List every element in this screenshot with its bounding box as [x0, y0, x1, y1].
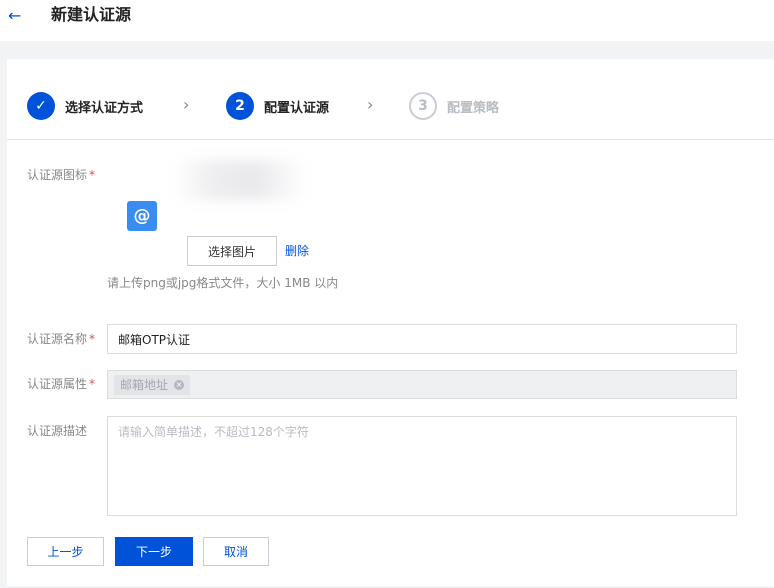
step-3-number: 3	[409, 92, 437, 120]
back-arrow-icon[interactable]: ←	[8, 6, 21, 26]
attr-tag: 邮箱地址 ×	[114, 374, 191, 395]
name-input[interactable]: 邮箱OTP认证	[107, 324, 737, 354]
attr-field-label-text: 认证源属性	[27, 377, 88, 391]
step-3: 3 配置策略	[409, 92, 499, 120]
required-mark: *	[89, 332, 96, 346]
attr-select: 邮箱地址 ×	[107, 370, 737, 399]
icon-field-label-text: 认证源图标	[27, 168, 88, 182]
check-icon: ✓	[27, 92, 55, 120]
icon-field-label: 认证源图标 *	[27, 166, 95, 184]
prev-step-button[interactable]: 上一步	[27, 537, 104, 566]
delete-image-link[interactable]: 删除	[285, 242, 309, 260]
top-bar: ← 新建认证源	[0, 0, 774, 41]
step-3-label: 配置策略	[447, 100, 500, 116]
desc-field-label: 认证源描述	[27, 424, 88, 438]
attr-field-label: 认证源属性 *	[27, 375, 95, 393]
required-mark: *	[89, 168, 96, 182]
stepper: ✓ 选择认证方式 › 2 配置认证源 › 3 配置策略	[7, 59, 774, 140]
step-1-label: 选择认证方式	[65, 100, 144, 116]
step-1: ✓ 选择认证方式	[27, 92, 143, 120]
select-image-button[interactable]: 选择图片	[187, 236, 277, 266]
form-card: ✓ 选择认证方式 › 2 配置认证源 › 3 配置策略 认证源图标 * @ 选择图…	[7, 59, 774, 586]
step-2-number: 2	[226, 92, 254, 120]
step-2-label: 配置认证源	[264, 100, 330, 116]
close-circle-icon: ×	[174, 379, 185, 390]
step-2: 2 配置认证源	[226, 92, 329, 120]
upload-hint: 请上传png或jpg格式文件，大小 1MB 以内	[107, 276, 339, 290]
cancel-button[interactable]: 取消	[203, 537, 269, 566]
required-mark: *	[89, 377, 96, 391]
attr-tag-label: 邮箱地址	[120, 378, 169, 392]
chevron-right-icon: ›	[183, 95, 190, 114]
page-title: 新建认证源	[51, 5, 132, 24]
name-field-label: 认证源名称 *	[27, 330, 95, 348]
chevron-right-icon: ›	[367, 95, 374, 114]
next-step-button[interactable]: 下一步	[115, 537, 193, 566]
desc-textarea[interactable]: 请输入简单描述，不超过128个字符	[107, 416, 737, 516]
email-icon: @	[127, 201, 157, 231]
name-field-label-text: 认证源名称	[27, 332, 88, 346]
icon-preview-placeholder	[173, 160, 307, 200]
